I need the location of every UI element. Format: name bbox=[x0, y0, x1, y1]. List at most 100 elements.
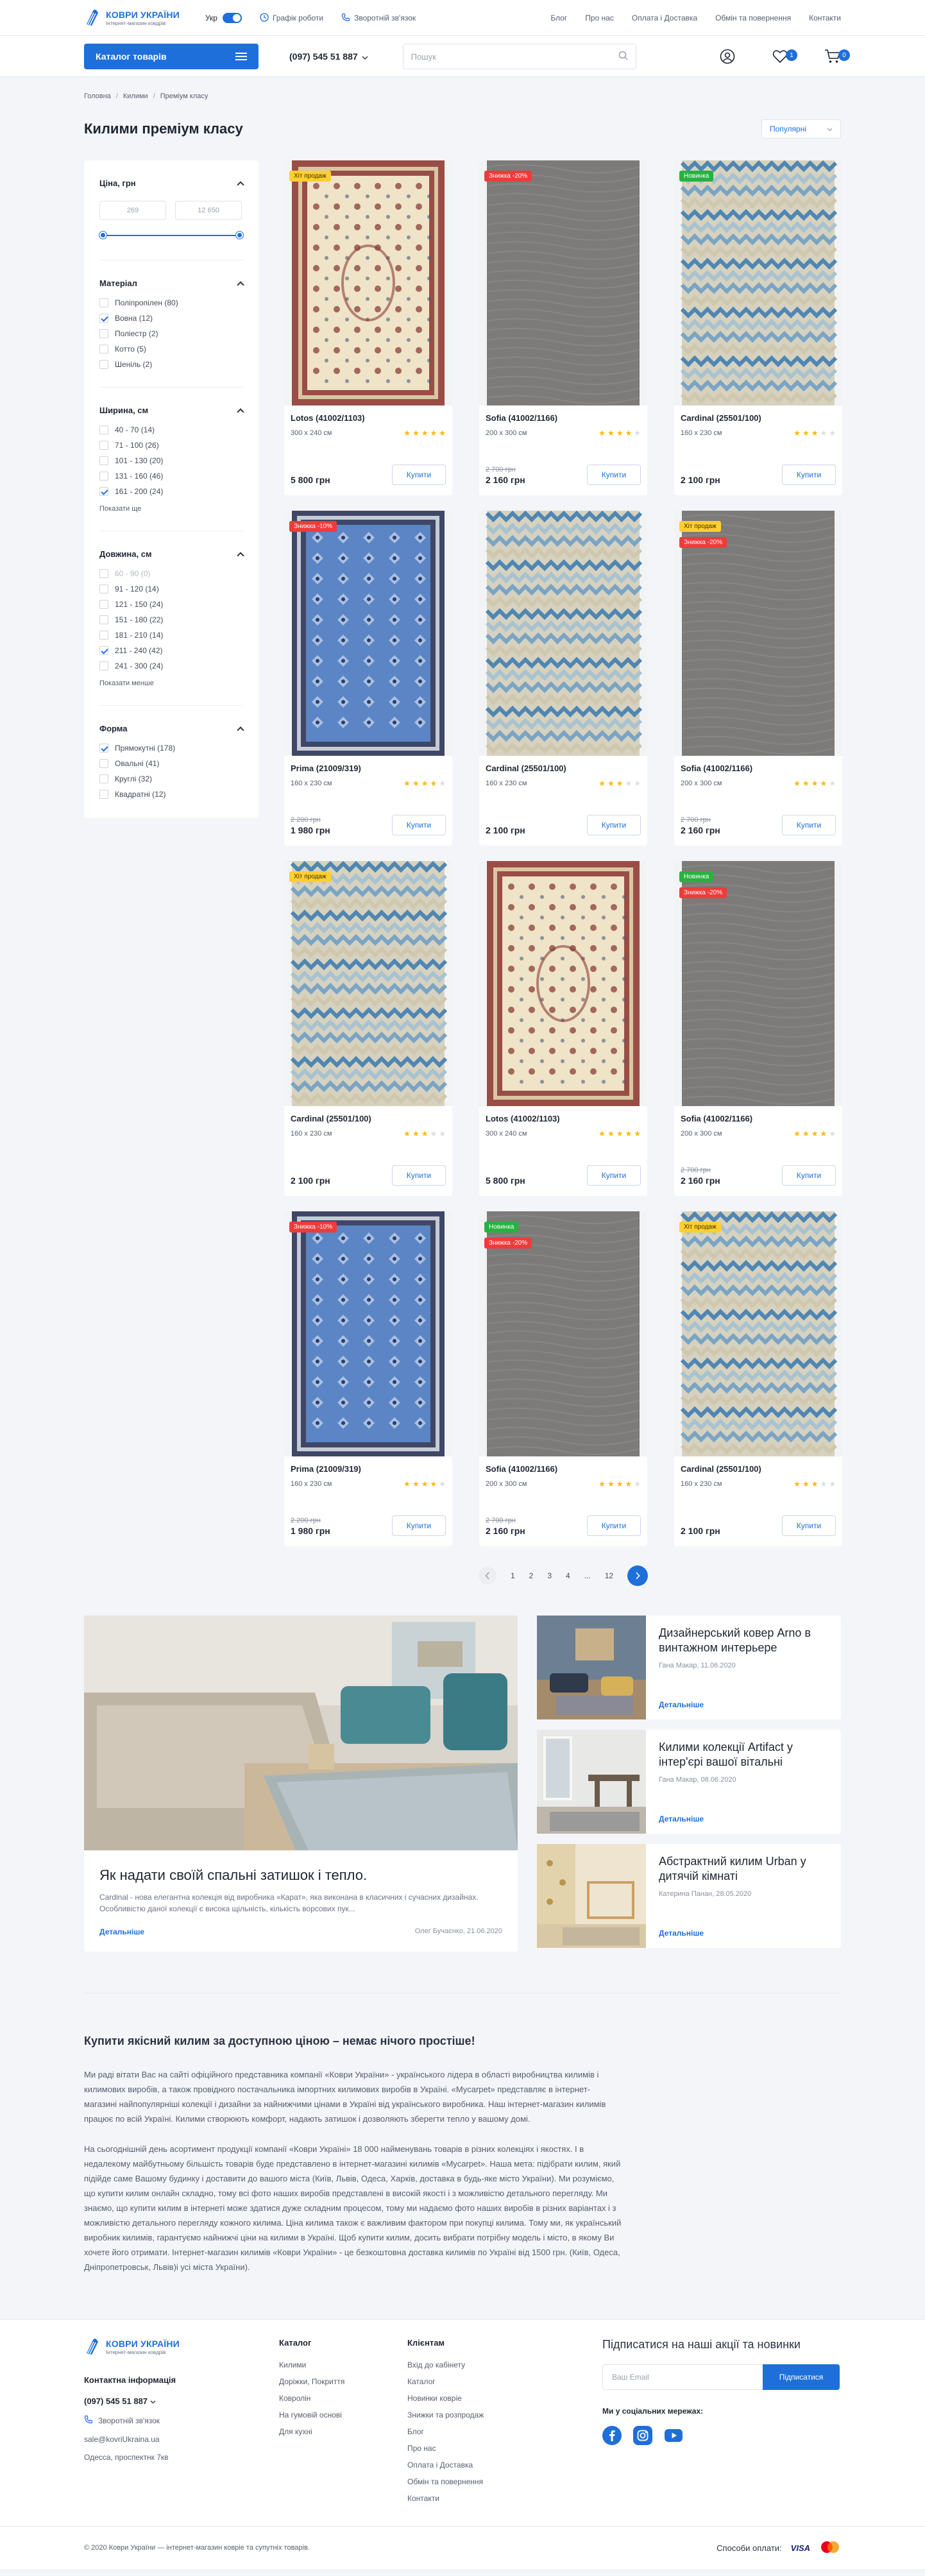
product-card[interactable]: Cardinal (25501/100) 160 х 230 см ★ ★ ★ ★ ★ 2 1… bbox=[479, 511, 647, 846]
checkbox[interactable] bbox=[99, 425, 108, 434]
checkbox[interactable] bbox=[99, 298, 108, 307]
product-image[interactable]: Знижка -20% bbox=[479, 160, 647, 405]
product-image[interactable]: Хіт продаж bbox=[284, 861, 452, 1106]
checkbox-checked[interactable] bbox=[99, 744, 108, 753]
product-card[interactable]: Новинка Cardinal (25501/100) 160 х 230 см ★… bbox=[674, 160, 842, 495]
language-switch[interactable]: Укр bbox=[205, 13, 242, 23]
width-show-more[interactable]: Показати ще bbox=[99, 505, 243, 513]
checkbox-checked[interactable] bbox=[99, 646, 108, 655]
product-name[interactable]: Sofia (41002/1166) bbox=[486, 1464, 641, 1474]
footer-client-link[interactable]: Блог bbox=[407, 2427, 602, 2436]
filter-price-header[interactable]: Ціна, грн bbox=[99, 178, 244, 189]
filter-option[interactable]: Котто (5) bbox=[99, 345, 243, 354]
length-show-less[interactable]: Показати менше bbox=[99, 679, 243, 687]
product-name[interactable]: Cardinal (25501/100) bbox=[681, 413, 836, 423]
footer-client-link[interactable]: Оплата і Доставка bbox=[407, 2461, 602, 2469]
checkbox[interactable] bbox=[99, 615, 108, 624]
filter-option[interactable]: 211 - 240 (42) bbox=[99, 646, 243, 655]
nav-payment-delivery[interactable]: Оплата і Доставка bbox=[632, 13, 697, 22]
footer-catalog-link[interactable]: На гумовій основі bbox=[279, 2410, 407, 2419]
product-image[interactable]: Хіт продаж bbox=[284, 160, 452, 405]
checkbox[interactable] bbox=[99, 661, 108, 670]
checkbox[interactable] bbox=[99, 790, 108, 799]
filter-option[interactable]: Овальні (41) bbox=[99, 759, 243, 768]
nav-contacts[interactable]: Контакти bbox=[809, 13, 841, 22]
product-image[interactable] bbox=[479, 511, 647, 756]
page-link[interactable]: 3 bbox=[547, 1571, 552, 1580]
blog-card-title[interactable]: Дизайнерський ковер Arno в винтажном инт… bbox=[659, 1626, 828, 1655]
search-input[interactable] bbox=[411, 51, 618, 62]
filter-option[interactable]: Круглі (32) bbox=[99, 774, 243, 783]
checkbox[interactable] bbox=[99, 329, 108, 338]
nav-blog[interactable]: Блог bbox=[550, 13, 567, 22]
buy-button[interactable]: Купити bbox=[392, 1165, 446, 1186]
filter-option[interactable]: Шеніль (2) bbox=[99, 360, 243, 369]
product-name[interactable]: Cardinal (25501/100) bbox=[486, 763, 641, 773]
footer-catalog-link[interactable]: Для кухні bbox=[279, 2427, 407, 2436]
product-name[interactable]: Cardinal (25501/100) bbox=[681, 1464, 836, 1474]
price-min-input[interactable]: 269 bbox=[99, 201, 166, 220]
buy-button[interactable]: Купити bbox=[782, 465, 836, 485]
blog-card-more-link[interactable]: Детальніше bbox=[659, 1700, 828, 1709]
callback-link[interactable]: Зворотній зв'язок bbox=[341, 13, 416, 24]
price-slider[interactable] bbox=[99, 229, 243, 242]
footer-client-link[interactable]: Вхід до кабінету bbox=[407, 2360, 602, 2369]
language-toggle[interactable] bbox=[222, 13, 242, 23]
subscribe-email-input[interactable] bbox=[602, 2364, 763, 2390]
product-card[interactable]: Хіт продаж Cardinal (25501/100) 160 х 230 … bbox=[674, 1211, 842, 1546]
buy-button[interactable]: Купити bbox=[392, 1515, 446, 1536]
footer-catalog-link[interactable]: Килими bbox=[279, 2360, 407, 2369]
filter-width-header[interactable]: Ширина, см bbox=[99, 405, 244, 416]
footer-client-link[interactable]: Каталог bbox=[407, 2377, 602, 2386]
buy-button[interactable]: Купити bbox=[587, 465, 641, 485]
checkbox[interactable] bbox=[99, 456, 108, 465]
product-name[interactable]: Sofia (41002/1166) bbox=[486, 413, 641, 423]
product-name[interactable]: Sofia (41002/1166) bbox=[681, 763, 836, 773]
buy-button[interactable]: Купити bbox=[392, 465, 446, 485]
nav-about[interactable]: Про нас bbox=[585, 13, 614, 22]
instagram-icon[interactable] bbox=[633, 2426, 652, 2447]
price-slider-min-handle[interactable] bbox=[99, 232, 106, 239]
product-image[interactable]: Новинка Знижка -20% bbox=[674, 861, 842, 1106]
product-image[interactable]: Хіт продаж bbox=[674, 1211, 842, 1456]
product-card[interactable]: Хіт продаж Знижка -20% Sofia (41002/1166) 2… bbox=[674, 511, 842, 846]
account-icon[interactable] bbox=[719, 48, 736, 65]
footer-client-link[interactable]: Новинки ковріе bbox=[407, 2394, 602, 2403]
checkbox[interactable] bbox=[99, 600, 108, 609]
product-image[interactable]: Новинка bbox=[674, 160, 842, 405]
product-image[interactable]: Новинка Знижка -20% bbox=[479, 1211, 647, 1456]
filter-option[interactable]: 161 - 200 (24) bbox=[99, 487, 243, 496]
product-card[interactable]: Знижка -10% Prima (21009/319) 160 х 230 см… bbox=[284, 511, 452, 846]
filter-shape-header[interactable]: Форма bbox=[99, 724, 244, 734]
catalog-button[interactable]: Каталог товарів bbox=[84, 44, 259, 69]
filter-option[interactable]: Вовна (12) bbox=[99, 314, 243, 323]
product-name[interactable]: Lotos (41002/1103) bbox=[486, 1114, 641, 1123]
product-card[interactable]: Lotos (41002/1103) 300 х 240 см ★ ★ ★ ★ ★ 5 800… bbox=[479, 861, 647, 1196]
checkbox[interactable] bbox=[99, 774, 108, 783]
filter-option[interactable]: 91 - 120 (14) bbox=[99, 584, 243, 593]
buy-button[interactable]: Купити bbox=[587, 815, 641, 835]
filter-option[interactable]: 241 - 300 (24) bbox=[99, 661, 243, 670]
footer-logo[interactable]: КОВРИ УКРАЇНИ Інтернет-магазин ковдрів bbox=[84, 2338, 279, 2356]
blog-card-title[interactable]: Абстрактний килим Urban у дитячій кімнат… bbox=[659, 1854, 828, 1884]
nav-returns[interactable]: Обмін та повернення bbox=[715, 13, 791, 22]
checkbox[interactable] bbox=[99, 584, 108, 593]
checkbox-checked[interactable] bbox=[99, 314, 108, 323]
logo[interactable]: КОВРИ УКРАЇНИ Інтернет-магазин ковдрів bbox=[84, 9, 180, 27]
filter-option[interactable]: 101 - 130 (20) bbox=[99, 456, 243, 465]
schedule-link[interactable]: Графік роботи bbox=[260, 12, 323, 24]
price-slider-max-handle[interactable] bbox=[236, 232, 243, 239]
blog-card-more-link[interactable]: Детальніше bbox=[659, 1929, 828, 1938]
chevron-left-icon[interactable] bbox=[478, 1567, 496, 1585]
footer-client-link[interactable]: Контакти bbox=[407, 2494, 602, 2503]
product-card[interactable]: Хіт продаж Lotos (41002/1103) 300 х 240 см… bbox=[284, 160, 452, 495]
filter-option[interactable]: Поліестр (2) bbox=[99, 329, 243, 338]
product-image[interactable]: Знижка -10% bbox=[284, 1211, 452, 1456]
search-icon[interactable] bbox=[618, 51, 628, 62]
product-name[interactable]: Prima (21009/319) bbox=[291, 1464, 446, 1474]
product-name[interactable]: Cardinal (25501/100) bbox=[291, 1114, 446, 1123]
filter-length-header[interactable]: Довжина, см bbox=[99, 549, 244, 559]
facebook-icon[interactable] bbox=[602, 2426, 622, 2447]
product-image[interactable]: Знижка -10% bbox=[284, 511, 452, 756]
breadcrumb-carpets[interactable]: Килими bbox=[123, 92, 148, 100]
